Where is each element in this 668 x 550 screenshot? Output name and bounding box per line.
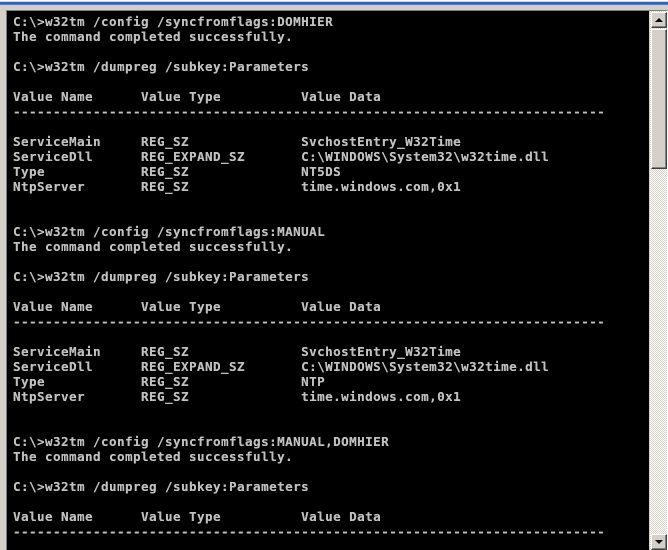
console-client-area: C:\>w32tm /config /syncfromflags:DOMHIER… xyxy=(6,10,668,550)
window-frame: C:\>w32tm /config /syncfromflags:DOMHIER… xyxy=(0,5,668,550)
scroll-up-button[interactable] xyxy=(651,12,667,28)
scrollbar-thumb[interactable] xyxy=(651,29,667,169)
scroll-down-button[interactable] xyxy=(651,534,667,550)
chevron-up-icon xyxy=(655,18,663,22)
console-text-buffer: C:\>w32tm /config /syncfromflags:DOMHIER… xyxy=(13,14,606,539)
chevron-down-icon xyxy=(655,540,663,544)
console-output-surface[interactable]: C:\>w32tm /config /syncfromflags:DOMHIER… xyxy=(7,11,649,550)
command-prompt-window: C:\>w32tm /config /syncfromflags:DOMHIER… xyxy=(0,0,668,550)
vertical-scrollbar[interactable] xyxy=(649,11,667,550)
